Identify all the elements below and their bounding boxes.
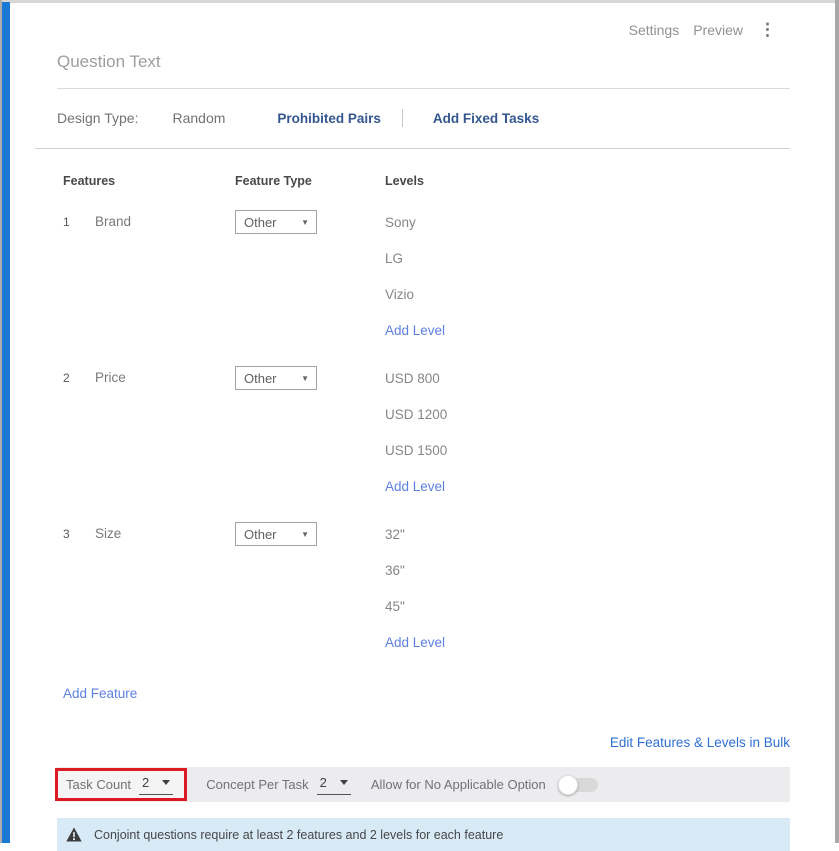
bulk-edit-row: Edit Features & Levels in Bulk	[57, 734, 790, 752]
settings-button[interactable]: Settings	[629, 22, 680, 38]
chevron-down-icon: ▼	[301, 530, 309, 539]
no-applicable-option-toggle[interactable]	[558, 775, 598, 795]
feature-type-select[interactable]: Other ▼	[235, 210, 317, 234]
concept-per-task-group: Concept Per Task 2	[206, 775, 351, 795]
window-top-edge	[0, 0, 839, 3]
level-item[interactable]: USD 800	[385, 360, 790, 396]
window-right-edge	[835, 0, 839, 843]
conjoint-question-editor: Settings Preview ⋮ Question Text Design …	[10, 3, 834, 843]
feature-type-column-header: Feature Type	[235, 174, 385, 188]
caret-down-icon	[162, 780, 170, 785]
toggle-knob	[558, 775, 578, 795]
feature-type-cell: Other ▼	[235, 204, 385, 348]
add-fixed-tasks-link[interactable]: Add Fixed Tasks	[433, 111, 539, 126]
notice-text: Conjoint questions require at least 2 fe…	[94, 828, 503, 842]
feature-type-cell: Other ▼	[235, 360, 385, 504]
feature-type-selected-value: Other	[244, 527, 277, 542]
design-type-value[interactable]: Random	[172, 110, 225, 126]
question-accent-bar	[2, 2, 10, 843]
level-item[interactable]: Sony	[385, 204, 790, 240]
question-text-placeholder: Question Text	[57, 52, 161, 71]
section-divider	[35, 148, 790, 149]
level-item[interactable]: LG	[385, 240, 790, 276]
prohibited-pairs-link[interactable]: Prohibited Pairs	[277, 111, 381, 126]
feature-name[interactable]: Size	[95, 516, 121, 552]
feature-name[interactable]: Brand	[95, 204, 131, 240]
add-feature-link[interactable]: Add Feature	[57, 686, 137, 701]
task-count-select[interactable]: 2	[139, 775, 173, 795]
feature-index: 3	[57, 516, 95, 552]
chevron-down-icon: ▼	[301, 374, 309, 383]
feature-cell: 3 Size	[57, 516, 235, 660]
feature-cell: 2 Price	[57, 360, 235, 504]
concept-per-task-label: Concept Per Task	[206, 777, 308, 792]
no-applicable-option-group: Allow for No Applicable Option	[371, 775, 598, 795]
level-item[interactable]: Vizio	[385, 276, 790, 312]
add-level-link[interactable]: Add Level	[385, 312, 790, 348]
feature-name[interactable]: Price	[95, 360, 126, 396]
task-count-dropdown-highlighted[interactable]: Task Count 2	[55, 768, 187, 801]
feature-type-selected-value: Other	[244, 371, 277, 386]
task-count-value: 2	[142, 775, 149, 790]
feature-row-brand: 1 Brand Other ▼ Sony LG Vizio Add Level	[57, 204, 790, 348]
feature-type-select[interactable]: Other ▼	[235, 522, 317, 546]
level-item[interactable]: 45"	[385, 588, 790, 624]
level-item[interactable]: 32"	[385, 516, 790, 552]
concept-per-task-value: 2	[320, 775, 327, 790]
features-table-header: Features Feature Type Levels	[57, 174, 790, 188]
more-menu-icon[interactable]: ⋮	[759, 23, 776, 37]
design-type-label: Design Type:	[57, 110, 138, 126]
levels-column-header: Levels	[385, 174, 790, 188]
level-item[interactable]: USD 1500	[385, 432, 790, 468]
question-text-input[interactable]: Question Text	[57, 52, 790, 89]
concept-per-task-select[interactable]: 2	[317, 775, 351, 795]
edit-features-levels-bulk-link[interactable]: Edit Features & Levels in Bulk	[610, 735, 790, 750]
no-applicable-option-label: Allow for No Applicable Option	[371, 777, 546, 792]
feature-index: 1	[57, 204, 95, 240]
levels-cell: 32" 36" 45" Add Level	[385, 516, 790, 660]
features-table: Features Feature Type Levels 1 Brand Oth…	[57, 174, 790, 703]
level-item[interactable]: 36"	[385, 552, 790, 588]
preview-button[interactable]: Preview	[693, 22, 743, 38]
features-column-header: Features	[57, 174, 235, 188]
conjoint-controls-bar: Task Count 2 Concept Per Task 2 Allow fo…	[57, 767, 790, 802]
add-level-link[interactable]: Add Level	[385, 468, 790, 504]
conjoint-requirement-notice: Conjoint questions require at least 2 fe…	[57, 818, 790, 851]
task-count-label: Task Count	[66, 777, 131, 792]
levels-cell: Sony LG Vizio Add Level	[385, 204, 790, 348]
warning-triangle-icon	[66, 827, 82, 842]
feature-cell: 1 Brand	[57, 204, 235, 348]
feature-type-cell: Other ▼	[235, 516, 385, 660]
level-item[interactable]: USD 1200	[385, 396, 790, 432]
feature-index: 2	[57, 360, 95, 396]
caret-down-icon	[340, 780, 348, 785]
question-toolbar: Settings Preview ⋮	[57, 22, 790, 38]
features-table-body: 1 Brand Other ▼ Sony LG Vizio Add Level	[57, 204, 790, 660]
feature-row-price: 2 Price Other ▼ USD 800 USD 1200 USD 150…	[57, 360, 790, 504]
add-level-link[interactable]: Add Level	[385, 624, 790, 660]
feature-type-selected-value: Other	[244, 215, 277, 230]
feature-type-select[interactable]: Other ▼	[235, 366, 317, 390]
vertical-divider	[402, 109, 403, 127]
design-type-row: Design Type: Random Prohibited Pairs Add…	[57, 109, 790, 127]
chevron-down-icon: ▼	[301, 218, 309, 227]
feature-row-size: 3 Size Other ▼ 32" 36" 45" Add Level	[57, 516, 790, 660]
levels-cell: USD 800 USD 1200 USD 1500 Add Level	[385, 360, 790, 504]
